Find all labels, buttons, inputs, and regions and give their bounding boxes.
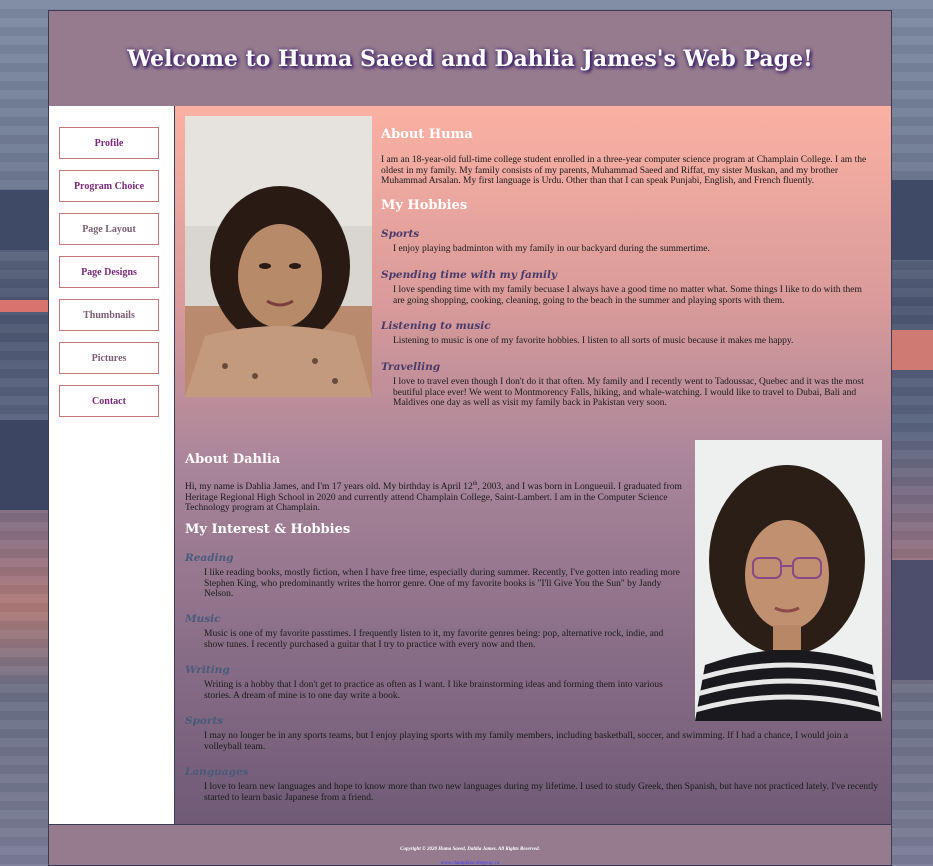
huma-about-text: I am an 18-year-old full-time college st… <box>381 155 867 186</box>
background-decoration <box>0 300 48 312</box>
huma-hobby-text: I love spending time with my family becu… <box>393 285 862 306</box>
huma-hobby-text: I enjoy playing badminton with my family… <box>393 244 710 254</box>
background-decoration <box>892 560 933 680</box>
main-content: About Huma I am an 18-year-old full-time… <box>175 106 891 824</box>
dahlia-hobby-title: Music <box>185 613 221 625</box>
huma-about-heading: About Huma <box>381 127 473 142</box>
nav-pictures-button[interactable]: Pictures <box>59 342 159 374</box>
dahlia-hobby-text: Music is one of my favorite passtimes. I… <box>204 629 664 650</box>
dahlia-hobby-title: Languages <box>185 766 249 778</box>
huma-hobby-title: Sports <box>381 228 420 240</box>
dahlia-hobby-text: I like reading books, mostly fiction, wh… <box>204 568 680 599</box>
huma-hobby-title: Spending time with my family <box>381 269 558 281</box>
nav-page-designs-button[interactable]: Page Designs <box>59 256 159 288</box>
dahlia-hobby-text: I may no longer be in any sports teams, … <box>204 731 849 752</box>
dahlia-hobby-text: Writing is a hobby that I don't get to p… <box>204 680 663 701</box>
page-title: Welcome to Huma Saeed and Dahlia James's… <box>127 45 813 72</box>
dahlia-hobbies-heading: My Interest & Hobbies <box>185 522 351 537</box>
huma-hobbies-heading: My Hobbies <box>381 198 468 213</box>
footer-link[interactable]: www.champlaincollege.qc.ca <box>49 861 891 865</box>
dahlia-about-text: Hi, my name is Dahlia James, and I'm 17 … <box>185 481 682 514</box>
dahlia-hobby-text: I love to learn new languages and hope t… <box>204 782 879 803</box>
nav-profile-button[interactable]: Profile <box>59 127 159 159</box>
background-decoration <box>0 190 48 250</box>
nav-thumbnails-button[interactable]: Thumbnails <box>59 299 159 331</box>
huma-hobby-text: I love to travel even though I don't do … <box>393 377 864 408</box>
dahlia-hobby-title: Sports <box>185 715 224 727</box>
page-footer: Copyright © 2020 Huma Saeed, Dahlia Jame… <box>49 824 891 865</box>
background-decoration <box>892 330 933 370</box>
huma-hobby-title: Travelling <box>381 361 441 373</box>
dahlia-hobby-title: Writing <box>185 664 230 676</box>
background-decoration <box>892 180 933 260</box>
huma-hobby-text: Listening to music is one of my favorite… <box>393 336 794 346</box>
background-decoration <box>0 420 48 510</box>
nav-contact-button[interactable]: Contact <box>59 385 159 417</box>
copyright-text: Copyright © 2020 Huma Saeed, Dahlia Jame… <box>400 847 540 852</box>
huma-photo <box>185 116 372 397</box>
page-header: Welcome to Huma Saeed and Dahlia James's… <box>49 11 891 107</box>
huma-hobby-title: Listening to music <box>381 320 491 332</box>
page-container: Welcome to Huma Saeed and Dahlia James's… <box>48 10 892 866</box>
nav-page-layout-button[interactable]: Page Layout <box>59 213 159 245</box>
dahlia-photo <box>695 440 882 721</box>
dahlia-hobby-title: Reading <box>185 552 234 564</box>
nav-program-choice-button[interactable]: Program Choice <box>59 170 159 202</box>
dahlia-about-heading: About Dahlia <box>185 452 281 467</box>
sidebar-nav: Profile Program Choice Page Layout Page … <box>49 106 175 824</box>
